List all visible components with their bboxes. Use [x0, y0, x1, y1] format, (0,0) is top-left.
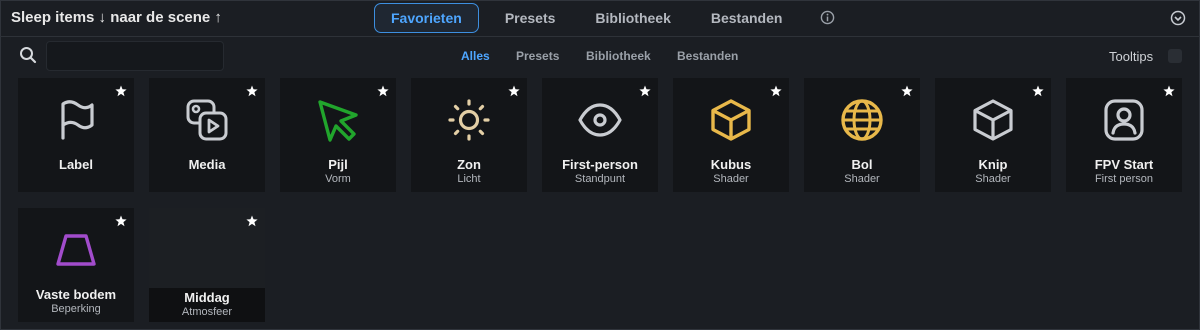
- cube-outline-icon: [973, 99, 1013, 141]
- tab-favorieten[interactable]: Favorieten: [374, 3, 479, 33]
- item-subtitle: First person: [1094, 173, 1154, 185]
- item-tile-label[interactable]: Label: [18, 78, 134, 192]
- item-name: Media: [188, 157, 226, 172]
- item-name: Knip: [978, 157, 1008, 172]
- filter-presets[interactable]: Presets: [516, 49, 559, 63]
- favorite-star-icon[interactable]: [639, 85, 651, 97]
- item-name: Label: [59, 157, 93, 172]
- info-icon[interactable]: [820, 10, 835, 25]
- item-name: FPV Start: [1094, 157, 1154, 172]
- media-icon: [186, 99, 228, 141]
- arrow-cursor-icon: [318, 100, 358, 142]
- item-subtitle: Shader: [844, 173, 880, 185]
- top-bar: Sleep items ↓ naar de scene ↑ Favorieten…: [0, 0, 1200, 37]
- item-tile-pijl[interactable]: Pijl Vorm: [280, 78, 396, 192]
- favorite-star-icon[interactable]: [246, 215, 258, 227]
- item-subtitle: Standpunt: [574, 173, 626, 185]
- item-tile-middag[interactable]: Middag Atmosfeer: [149, 208, 265, 322]
- panel-title: Sleep items ↓ naar de scene ↑: [11, 9, 222, 26]
- favorite-star-icon[interactable]: [115, 85, 127, 97]
- favorite-star-icon[interactable]: [770, 85, 782, 97]
- item-name: Zon: [457, 157, 481, 172]
- favorite-star-icon[interactable]: [246, 85, 258, 97]
- cube-icon: [711, 99, 751, 141]
- item-name: Middag: [184, 290, 230, 305]
- trapezoid-icon: [56, 234, 96, 266]
- item-tile-first-person[interactable]: First-person Standpunt: [542, 78, 658, 192]
- sun-icon: [448, 99, 490, 141]
- item-subtitle: Beperking: [51, 303, 101, 315]
- favorite-star-icon[interactable]: [1163, 85, 1175, 97]
- filter-bibliotheek[interactable]: Bibliotheek: [586, 49, 651, 63]
- tab-bestanden[interactable]: Bestanden: [691, 4, 803, 32]
- favorite-star-icon[interactable]: [115, 215, 127, 227]
- item-tile-media[interactable]: Media: [149, 78, 265, 192]
- item-tile-kubus[interactable]: Kubus Shader: [673, 78, 789, 192]
- item-subtitle: Vorm: [325, 173, 351, 185]
- item-name: Pijl: [328, 157, 348, 172]
- filter-bestanden[interactable]: Bestanden: [677, 49, 738, 63]
- tab-bibliotheek[interactable]: Bibliotheek: [575, 4, 690, 32]
- item-name: Vaste bodem: [35, 287, 117, 302]
- eye-icon: [578, 103, 622, 137]
- collapse-chevron-icon[interactable]: [1170, 10, 1186, 26]
- item-subtitle: Atmosfeer: [181, 306, 233, 318]
- favorite-star-icon[interactable]: [901, 85, 913, 97]
- item-name: Bol: [851, 157, 873, 172]
- item-name: Kubus: [710, 157, 752, 172]
- tab-presets[interactable]: Presets: [485, 4, 576, 32]
- globe-icon: [841, 99, 883, 141]
- item-tile-fpv-start[interactable]: FPV Start First person: [1066, 78, 1182, 192]
- item-name: First-person: [562, 157, 638, 172]
- favorite-star-icon[interactable]: [508, 85, 520, 97]
- favorite-star-icon[interactable]: [377, 85, 389, 97]
- tooltips-toggle[interactable]: [1168, 49, 1182, 63]
- item-tile-vaste-bodem[interactable]: Vaste bodem Beperking: [18, 208, 134, 322]
- person-frame-icon: [1104, 99, 1144, 141]
- tab-bar: Favorieten Presets Bibliotheek Bestanden: [374, 3, 802, 33]
- item-tile-zon[interactable]: Zon Licht: [411, 78, 527, 192]
- filter-bar: Alles Presets Bibliotheek Bestanden: [0, 49, 1200, 65]
- favorite-star-icon[interactable]: [1032, 85, 1044, 97]
- tooltips-label: Tooltips: [1109, 49, 1154, 64]
- item-subtitle: Shader: [975, 173, 1011, 185]
- item-subtitle: Licht: [457, 173, 481, 185]
- item-subtitle: Shader: [713, 173, 749, 185]
- flag-icon: [61, 100, 94, 140]
- filter-alles[interactable]: Alles: [461, 49, 490, 63]
- item-tile-knip[interactable]: Knip Shader: [935, 78, 1051, 192]
- item-tile-bol[interactable]: Bol Shader: [804, 78, 920, 192]
